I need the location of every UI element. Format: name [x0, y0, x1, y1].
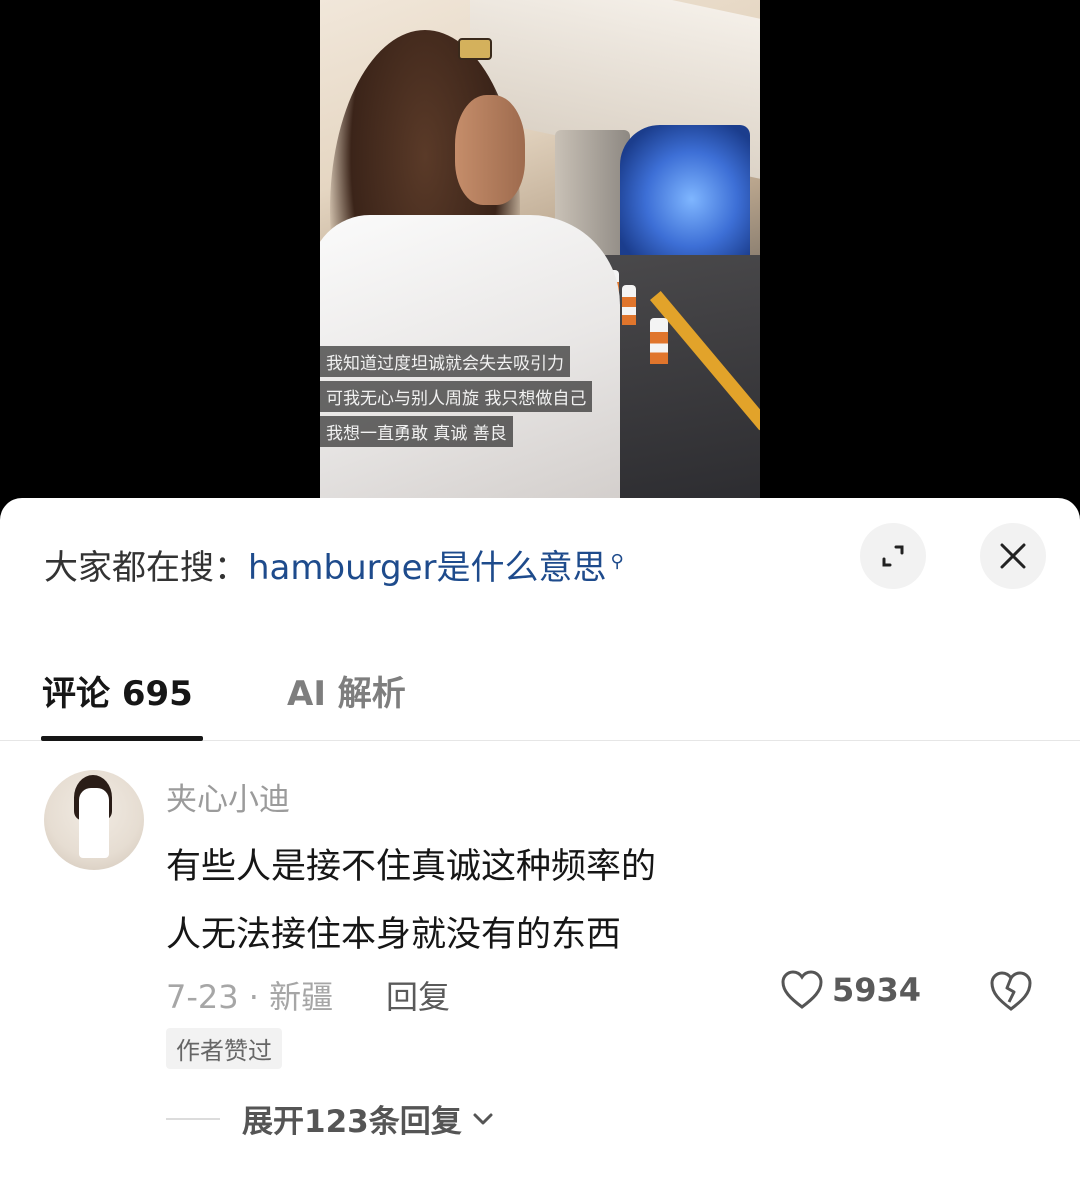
close-button[interactable]	[980, 523, 1046, 589]
traffic-cone	[622, 285, 636, 325]
trending-search[interactable]: 大家都在搜：hamburger是什么意思 ⚲	[44, 540, 624, 589]
heart-icon	[781, 970, 823, 1009]
expand-replies-button[interactable]: 展开123条回复	[166, 1096, 494, 1141]
trending-search-query[interactable]: hamburger是什么意思	[248, 548, 607, 588]
close-icon	[1000, 543, 1026, 569]
expand-replies-label: 展开123条回复	[242, 1104, 462, 1140]
dislike-button[interactable]	[988, 970, 1034, 1016]
tab-comments-count: 695	[121, 674, 193, 714]
trending-search-prefix: 大家都在搜：	[44, 548, 248, 588]
like-count: 5934	[832, 971, 922, 1009]
video-subtitle-3: 我想一直勇敢 真诚 善良	[320, 416, 513, 447]
avatar-figure	[79, 788, 109, 858]
active-tab-indicator	[41, 736, 203, 741]
comment-text-line-1: 有些人是接不住真诚这种频率的	[166, 847, 657, 887]
broken-heart-icon	[990, 971, 1032, 1011]
tab-comments[interactable]: 评论 695	[42, 666, 193, 715]
expand-divider	[166, 1117, 220, 1120]
expand-button[interactable]	[860, 523, 926, 589]
chevron-down-icon	[473, 1113, 493, 1124]
reply-button[interactable]: 回复	[386, 972, 450, 1018]
tab-ai-analysis[interactable]: AI 解析	[287, 666, 406, 715]
video-person-face	[455, 95, 525, 205]
video-frame[interactable]: 我知道过度坦诚就会失去吸引力 可我无心与别人周旋 我只想做自己 我想一直勇敢 真…	[320, 0, 760, 520]
hair-clip	[458, 38, 492, 60]
traffic-cone	[650, 318, 668, 364]
author-liked-badge: 作者赞过	[166, 1028, 282, 1069]
expand-icon	[882, 545, 904, 567]
video-subtitle-1: 我知道过度坦诚就会失去吸引力	[320, 346, 570, 377]
video-subtitle-2: 可我无心与别人周旋 我只想做自己	[320, 381, 593, 412]
comment-tabs: 评论 695 AI 解析	[0, 656, 1080, 741]
video-tunnel-light	[620, 125, 750, 260]
comments-sheet: 大家都在搜：hamburger是什么意思 ⚲ 评论 695 AI 解析 夹心小迪 …	[0, 498, 1080, 1184]
comment-username[interactable]: 夹心小迪	[166, 774, 290, 819]
comment-date-location: 7-23 · 新疆	[166, 978, 334, 1016]
like-button[interactable]: 5934	[780, 970, 921, 1010]
search-icon: ⚲	[610, 550, 624, 572]
comment-text-line-2: 人无法接住本身就没有的东西	[166, 915, 622, 955]
avatar[interactable]	[44, 770, 144, 870]
tab-comments-label: 评论	[42, 674, 110, 714]
video-player[interactable]: 我知道过度坦诚就会失去吸引力 可我无心与别人周旋 我只想做自己 我想一直勇敢 真…	[0, 0, 1080, 520]
